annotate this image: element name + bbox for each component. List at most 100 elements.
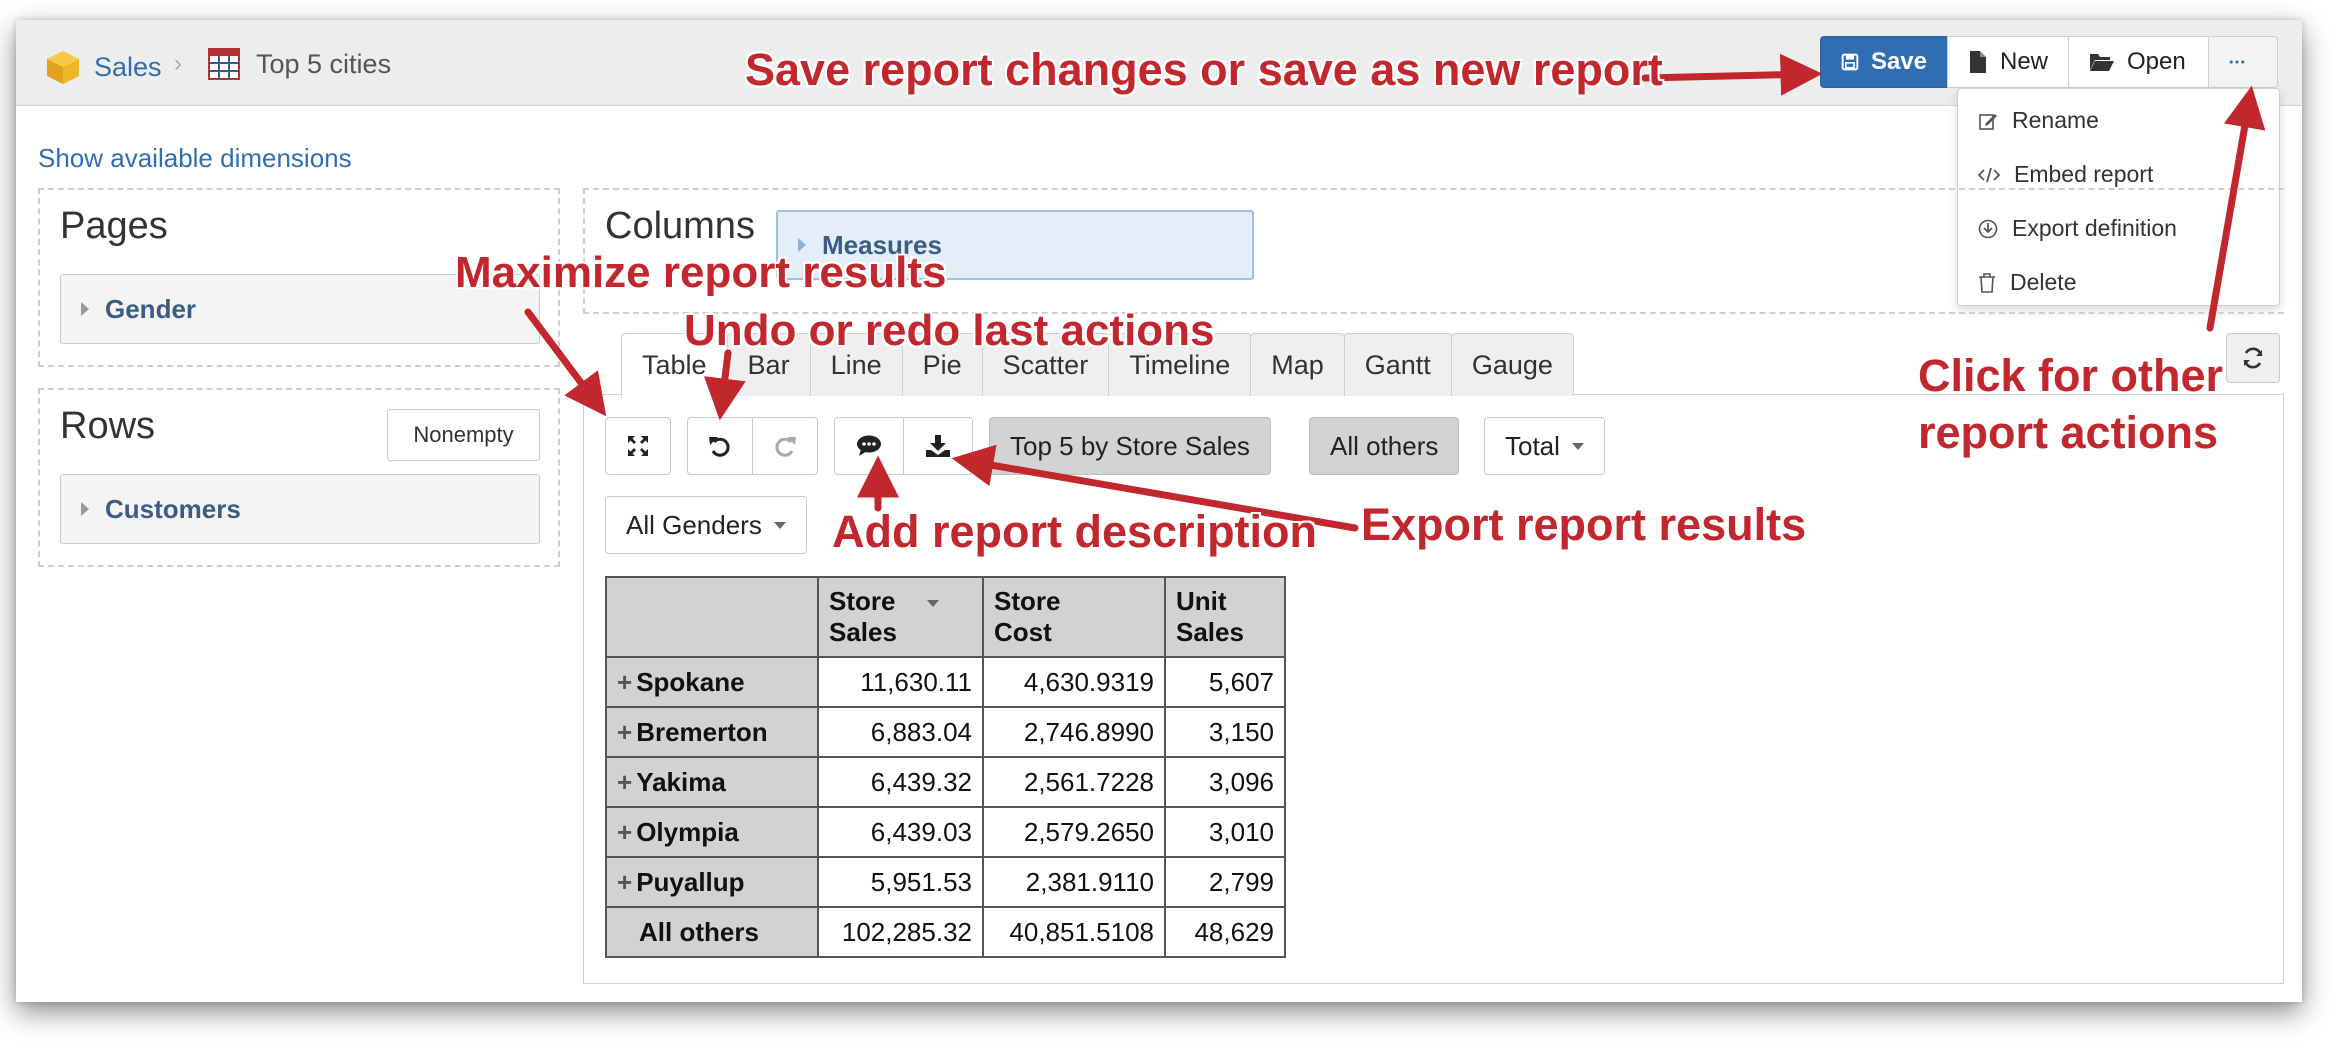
table-cell: 3,150 bbox=[1164, 706, 1286, 758]
table-cell: 6,439.32 bbox=[817, 756, 984, 808]
rows-dimension-customers[interactable]: Customers bbox=[60, 474, 540, 544]
menu-item-embed[interactable]: Embed report bbox=[1978, 161, 2153, 188]
description-button[interactable] bbox=[834, 417, 904, 475]
menu-item-rename[interactable]: Rename bbox=[1978, 107, 2099, 134]
report-toolbar: Save New Open bbox=[1820, 36, 2278, 88]
top-5-filter-button[interactable]: Top 5 by Store Sales bbox=[989, 417, 1271, 475]
new-button[interactable]: New bbox=[1947, 36, 2069, 88]
row-header[interactable]: + Bremerton bbox=[605, 706, 819, 758]
expand-plus-icon[interactable]: + bbox=[617, 667, 632, 697]
caret-down-icon bbox=[773, 521, 786, 529]
menu-item-label: Embed report bbox=[2014, 161, 2154, 187]
table-cell: 11,630.11 bbox=[817, 656, 984, 708]
redo-icon bbox=[775, 437, 796, 457]
table-cell: 40,851.5108 bbox=[982, 906, 1166, 958]
row-header: All others bbox=[605, 906, 819, 958]
expand-triangle-icon bbox=[81, 302, 89, 316]
annotation-undo: Undo or redo last actions bbox=[684, 306, 1215, 355]
table-row: + Bremerton 6,883.04 2,746.8990 3,150 bbox=[605, 706, 1286, 758]
column-header-store-sales[interactable]: Store Sales bbox=[817, 576, 984, 658]
undo-button[interactable] bbox=[687, 417, 753, 475]
tab-gauge[interactable]: Gauge bbox=[1450, 333, 1574, 396]
dimension-label: Gender bbox=[105, 293, 197, 324]
column-header-store-cost[interactable]: Store Cost bbox=[982, 576, 1166, 658]
comment-icon bbox=[857, 435, 881, 456]
column-header-unit-sales[interactable]: Unit Sales bbox=[1164, 576, 1286, 658]
expand-plus-icon[interactable]: + bbox=[617, 767, 632, 797]
sort-icon[interactable] bbox=[927, 600, 940, 607]
file-icon bbox=[1969, 51, 1986, 73]
open-button[interactable]: Open bbox=[2068, 36, 2209, 88]
table-row: + Spokane 11,630.11 4,630.9319 5,607 bbox=[605, 656, 1286, 708]
annotation-maximize: Maximize report results bbox=[455, 248, 947, 297]
pages-title: Pages bbox=[60, 205, 168, 247]
table-cell: 5,607 bbox=[1164, 656, 1286, 708]
corner-cell bbox=[605, 576, 819, 658]
all-others-toggle[interactable]: All others bbox=[1309, 417, 1460, 475]
download-icon bbox=[926, 435, 950, 457]
expand-triangle-icon bbox=[81, 502, 89, 516]
breadcrumb-report: Top 5 cities bbox=[208, 48, 391, 80]
code-icon bbox=[1978, 167, 2000, 182]
table-icon bbox=[208, 48, 240, 80]
row-header[interactable]: + Spokane bbox=[605, 656, 819, 708]
open-label: Open bbox=[2127, 48, 2186, 75]
report-table: Store Sales Store Cost Unit Sales + Spokane … bbox=[605, 576, 1286, 958]
breadcrumb-report-label: Top 5 cities bbox=[256, 48, 392, 79]
annotation-other-line2: report actions bbox=[1918, 407, 2219, 458]
tab-gantt[interactable]: Gantt bbox=[1343, 333, 1452, 396]
folder-open-icon bbox=[2090, 54, 2114, 71]
undo-icon bbox=[709, 437, 730, 457]
save-icon bbox=[1841, 53, 1859, 71]
breadcrumb-cube[interactable]: Sales bbox=[44, 48, 162, 86]
edit-icon bbox=[1979, 113, 1997, 130]
nonempty-button[interactable]: Nonempty bbox=[387, 409, 540, 461]
row-header[interactable]: + Olympia bbox=[605, 806, 819, 858]
columns-title: Columns bbox=[605, 205, 755, 247]
gender-filter-dropdown[interactable]: All Genders bbox=[605, 496, 807, 554]
row-header[interactable]: + Puyallup bbox=[605, 856, 819, 908]
redo-button[interactable] bbox=[752, 417, 818, 475]
chevron-right-icon: › bbox=[174, 50, 182, 77]
ellipsis-icon bbox=[2229, 60, 2245, 64]
tab-map[interactable]: Map bbox=[1250, 333, 1345, 396]
table-cell: 2,561.7228 bbox=[982, 756, 1166, 808]
new-label: New bbox=[1999, 48, 2048, 75]
annotation-save: Save report changes or save as new repor… bbox=[745, 44, 1663, 95]
table-cell: 5,951.53 bbox=[817, 856, 984, 908]
total-label: Total bbox=[1505, 430, 1560, 461]
table-row: + Olympia 6,439.03 2,579.2650 3,010 bbox=[605, 806, 1286, 858]
refresh-button[interactable] bbox=[2226, 333, 2280, 383]
expand-plus-icon[interactable]: + bbox=[617, 717, 632, 747]
table-row: All others 102,285.32 40,851.5108 48,629 bbox=[605, 906, 1286, 958]
save-button[interactable]: Save bbox=[1820, 36, 1948, 88]
expand-arrows-icon bbox=[628, 436, 648, 456]
table-cell: 6,439.03 bbox=[817, 806, 984, 858]
table-cell: 2,799 bbox=[1164, 856, 1286, 908]
annotation-other-line1: Click for other bbox=[1918, 350, 2224, 401]
show-dimensions-link[interactable]: Show available dimensions bbox=[38, 143, 352, 174]
total-dropdown[interactable]: Total bbox=[1484, 417, 1605, 475]
table-cell: 3,096 bbox=[1164, 756, 1286, 808]
table-cell: 2,381.9110 bbox=[982, 856, 1166, 908]
export-button[interactable] bbox=[903, 417, 973, 475]
gender-filter-label: All Genders bbox=[626, 509, 762, 540]
caret-down-icon bbox=[1571, 442, 1584, 450]
table-cell: 4,630.9319 bbox=[982, 656, 1166, 708]
rows-title: Rows bbox=[60, 405, 156, 447]
maximize-button[interactable] bbox=[605, 417, 671, 475]
table-cell: 6,883.04 bbox=[817, 706, 984, 758]
save-label: Save bbox=[1870, 48, 1927, 75]
dimension-label: Customers bbox=[105, 493, 241, 524]
annotation-export: Export report results bbox=[1361, 499, 1807, 550]
row-header[interactable]: + Yakima bbox=[605, 756, 819, 808]
menu-item-label: Rename bbox=[2012, 107, 2099, 133]
expand-plus-icon[interactable]: + bbox=[617, 817, 632, 847]
annotation-description: Add report description bbox=[832, 506, 1318, 557]
table-cell: 2,746.8990 bbox=[982, 706, 1166, 758]
table-row: + Puyallup 5,951.53 2,381.9110 2,799 bbox=[605, 856, 1286, 908]
expand-plus-icon[interactable]: + bbox=[617, 867, 632, 897]
more-actions-button[interactable] bbox=[2208, 36, 2278, 88]
breadcrumb-cube-label: Sales bbox=[94, 51, 162, 82]
table-cell: 2,579.2650 bbox=[982, 806, 1166, 858]
